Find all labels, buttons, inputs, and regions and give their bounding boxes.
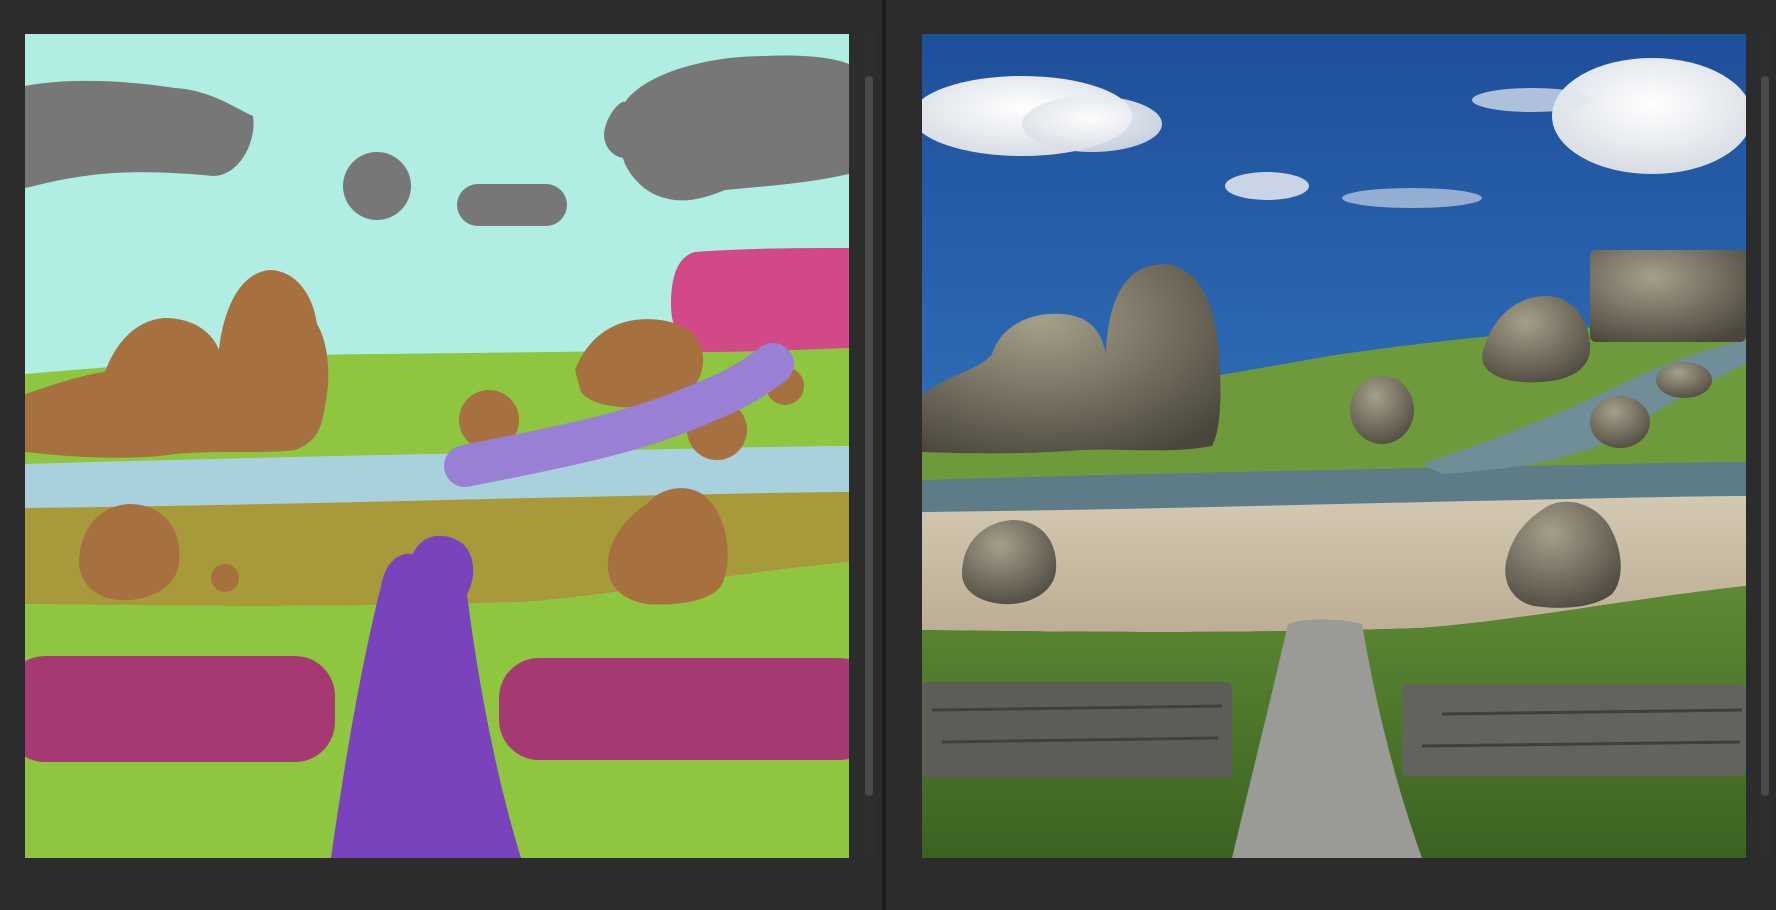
- image-translation-viewer: [0, 0, 1776, 910]
- wall-region: [25, 656, 335, 762]
- cloud: [1022, 96, 1162, 152]
- cloud-region: [457, 184, 567, 226]
- stone-wall: [922, 682, 1232, 778]
- rock-region: [211, 564, 239, 592]
- scroll-thumb[interactable]: [865, 76, 873, 796]
- scroll-thumb[interactable]: [1761, 76, 1769, 796]
- rock-formation: [1590, 250, 1746, 342]
- rock-formation: [1656, 362, 1712, 398]
- rock-formation: [1590, 396, 1650, 448]
- rendered-panel: [886, 0, 1776, 910]
- generated-image-canvas: [922, 34, 1746, 858]
- cloud: [1225, 172, 1309, 200]
- segmentation-sketch[interactable]: [25, 34, 849, 858]
- sketch-panel: [0, 0, 882, 910]
- rendered-scrollbar[interactable]: [1758, 34, 1772, 858]
- cloud-region: [343, 152, 411, 220]
- cloud: [1472, 88, 1592, 112]
- rock-formation: [1350, 376, 1414, 444]
- sketch-scrollbar[interactable]: [862, 34, 876, 858]
- stone-wall: [1402, 684, 1746, 776]
- segmentation-sketch-canvas[interactable]: [25, 34, 849, 858]
- cloud: [1552, 58, 1746, 174]
- wall-region: [499, 658, 849, 760]
- mountain-region: [671, 248, 849, 352]
- cloud: [1342, 188, 1482, 208]
- generated-landscape-image: [922, 34, 1746, 858]
